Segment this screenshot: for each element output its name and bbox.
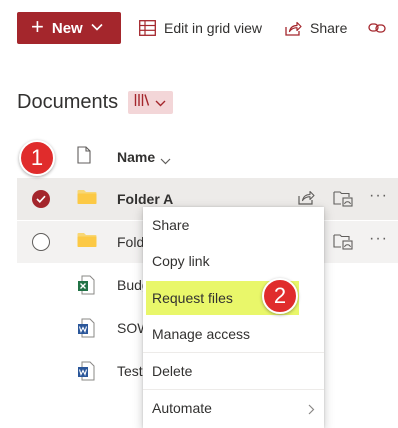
chevron-down-icon (91, 18, 103, 36)
column-header: Name (17, 136, 398, 176)
row-checkbox[interactable] (32, 190, 50, 208)
library-icon (134, 93, 150, 112)
edit-grid-view-button[interactable]: Edit in grid view (139, 12, 262, 44)
file-name[interactable]: Fold (117, 234, 144, 250)
share-icon (285, 21, 302, 36)
copy-link-button[interactable] (368, 12, 396, 44)
share-button[interactable]: Share (285, 12, 347, 44)
plus-icon: + (31, 14, 44, 39)
folder-icon (77, 189, 97, 210)
new-button[interactable]: + New (17, 12, 121, 44)
word-icon (77, 318, 95, 343)
document-icon[interactable] (77, 146, 91, 169)
menu-item-copy-link[interactable]: Copy link (143, 243, 324, 279)
step-badge-2: 2 (262, 278, 298, 314)
more-options-icon[interactable]: ··· (369, 187, 388, 205)
menu-item-manage-access[interactable]: Manage access (143, 316, 324, 352)
share-label: Share (310, 20, 348, 36)
context-menu: Share Copy link Request files Manage acc… (143, 207, 324, 428)
menu-item-automate[interactable]: Automate (143, 390, 324, 426)
library-title: Documents (17, 91, 119, 113)
chevron-right-icon (308, 402, 315, 418)
new-button-label: New (51, 19, 83, 37)
folder-details-icon[interactable] (333, 190, 353, 212)
checkmark-icon (36, 195, 46, 203)
link-icon (368, 21, 388, 35)
word-icon (77, 361, 95, 386)
menu-item-automate-label: Automate (152, 400, 212, 416)
library-view-switcher[interactable] (128, 91, 173, 114)
name-column-header[interactable]: Name (117, 149, 155, 165)
file-name[interactable]: Test (117, 363, 143, 379)
menu-item-share[interactable]: Share (143, 207, 324, 243)
chevron-down-icon (155, 94, 166, 112)
chevron-down-icon[interactable] (160, 152, 171, 170)
command-bar: + New Edit in grid view Share (0, 0, 398, 56)
menu-item-delete[interactable]: Delete (143, 353, 324, 389)
more-options-icon[interactable]: ··· (369, 230, 388, 248)
edit-grid-view-label: Edit in grid view (164, 20, 263, 36)
excel-icon (77, 275, 95, 300)
folder-icon (77, 232, 97, 253)
grid-icon (139, 20, 156, 36)
file-name[interactable]: Folder A (117, 191, 173, 207)
row-checkbox[interactable] (32, 233, 50, 251)
step-badge-1: 1 (19, 140, 55, 176)
folder-details-icon[interactable] (333, 233, 353, 255)
